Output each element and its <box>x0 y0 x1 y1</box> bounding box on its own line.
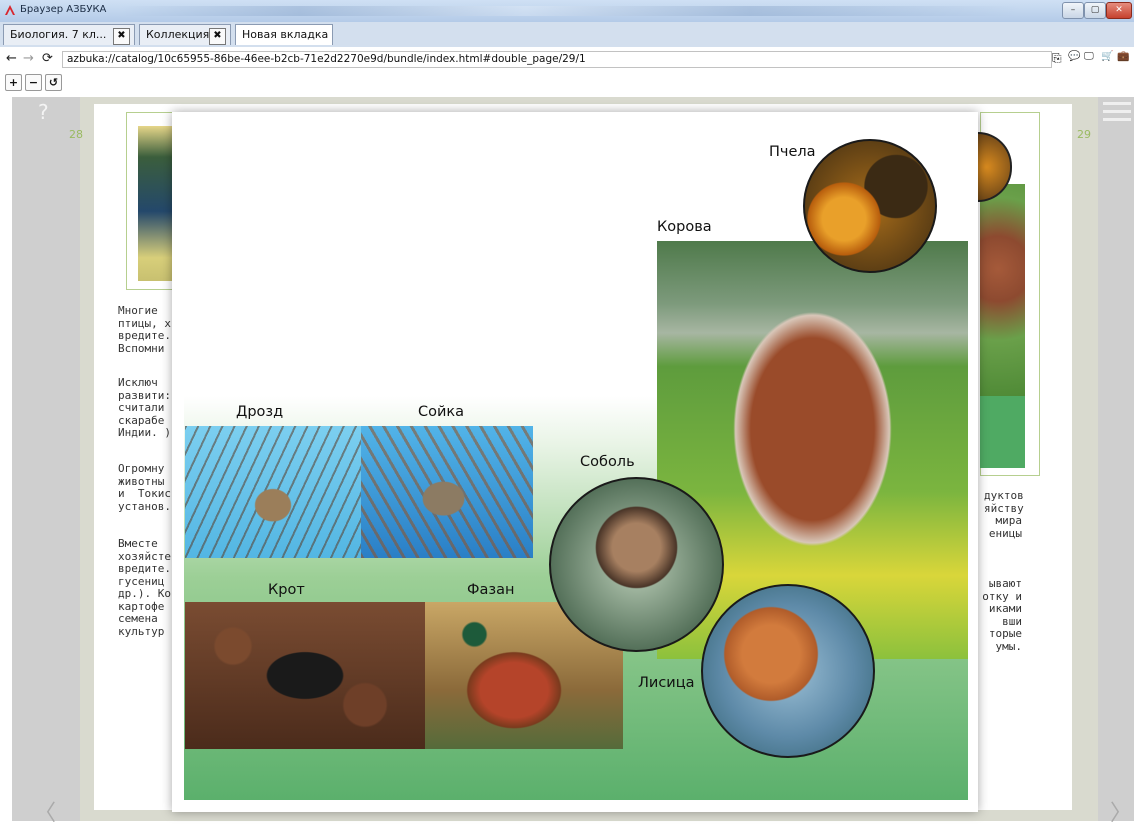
label-jay: Сойка <box>418 404 465 420</box>
left-illustration <box>138 126 174 281</box>
label-fox: Лисица <box>638 675 695 691</box>
right-rail <box>1098 97 1134 821</box>
tab-biology[interactable]: Биология. 7 кл... ✖ <box>3 24 135 45</box>
mole-photo <box>185 602 425 749</box>
thrush-photo <box>185 426 361 558</box>
right-illustration-band <box>980 396 1025 468</box>
chat-icon[interactable]: 💬 <box>1068 51 1080 62</box>
left-paragraph-4: Вместе хозяйсте вредите. гусениц др.). К… <box>118 537 171 638</box>
close-tab-icon[interactable]: ✖ <box>209 28 226 45</box>
label-sable: Соболь <box>580 454 635 470</box>
left-rail <box>12 97 80 821</box>
briefcase-icon[interactable]: 💼 <box>1117 51 1129 62</box>
fox-photo <box>701 584 875 758</box>
monitor-icon[interactable]: 🖵 <box>1084 51 1094 62</box>
label-cow: Корова <box>657 219 712 235</box>
title-bar-blur <box>120 6 1020 16</box>
back-arrow-icon[interactable]: ← <box>6 51 17 66</box>
app-logo-icon <box>5 5 15 15</box>
tab-label: Коллекция <box>146 28 210 41</box>
copy-icon[interactable]: ⎘ <box>1052 51 1062 66</box>
window-title: Браузер АЗБУКА <box>20 4 107 15</box>
tab-label: Новая вкладка <box>242 28 329 41</box>
tab-new[interactable]: Новая вкладка <box>235 24 333 45</box>
tab-label: Биология. 7 кл... <box>10 28 107 41</box>
page-number-left: 28 <box>69 128 83 141</box>
menu-icon[interactable] <box>1103 102 1131 124</box>
tab-collection[interactable]: Коллекция ✖ <box>139 24 231 45</box>
address-bar[interactable]: azbuka://catalog/10c65955-86be-46ee-b2cb… <box>62 51 1052 68</box>
label-bee: Пчела <box>769 144 816 160</box>
sable-photo <box>549 477 724 652</box>
next-page-arrow-icon[interactable]: 〉 <box>1110 795 1132 827</box>
close-window-button[interactable]: ✕ <box>1106 2 1132 19</box>
right-paragraph-1: дуктов яйству мира еницы <box>984 489 1024 540</box>
label-pheasant: Фазан <box>467 582 515 598</box>
help-icon[interactable]: ? <box>38 100 49 124</box>
label-thrush: Дрозд <box>236 404 284 420</box>
zoom-in-button[interactable]: + <box>5 74 22 91</box>
maximize-button[interactable]: ▢ <box>1084 2 1106 19</box>
reload-icon[interactable]: ⟳ <box>42 51 53 66</box>
left-paragraph-3: Огромну животны и Токис установ. <box>118 462 171 513</box>
label-mole: Крот <box>268 582 305 598</box>
left-paragraph-1: Многие птицы, х вредите. Вспомни <box>118 304 171 355</box>
minimize-button[interactable]: – <box>1062 2 1084 19</box>
right-illustration <box>980 184 1025 396</box>
cart-icon[interactable]: 🛒 <box>1101 51 1113 62</box>
close-tab-icon[interactable]: ✖ <box>113 28 130 45</box>
zoom-out-button[interactable]: − <box>25 74 42 91</box>
left-paragraph-2: Исключ развити: считали скарабе Индии. ) <box>118 376 171 439</box>
forward-arrow-icon[interactable]: → <box>23 51 34 66</box>
page-number-right: 29 <box>1077 128 1091 141</box>
bee-photo <box>803 139 937 273</box>
jay-photo <box>361 426 533 558</box>
prev-page-arrow-icon[interactable]: 〈 <box>34 795 56 827</box>
right-paragraph-2: ывают отку и иками вши торые умы. <box>982 577 1022 653</box>
zoom-reset-button[interactable]: ↺ <box>45 74 62 91</box>
